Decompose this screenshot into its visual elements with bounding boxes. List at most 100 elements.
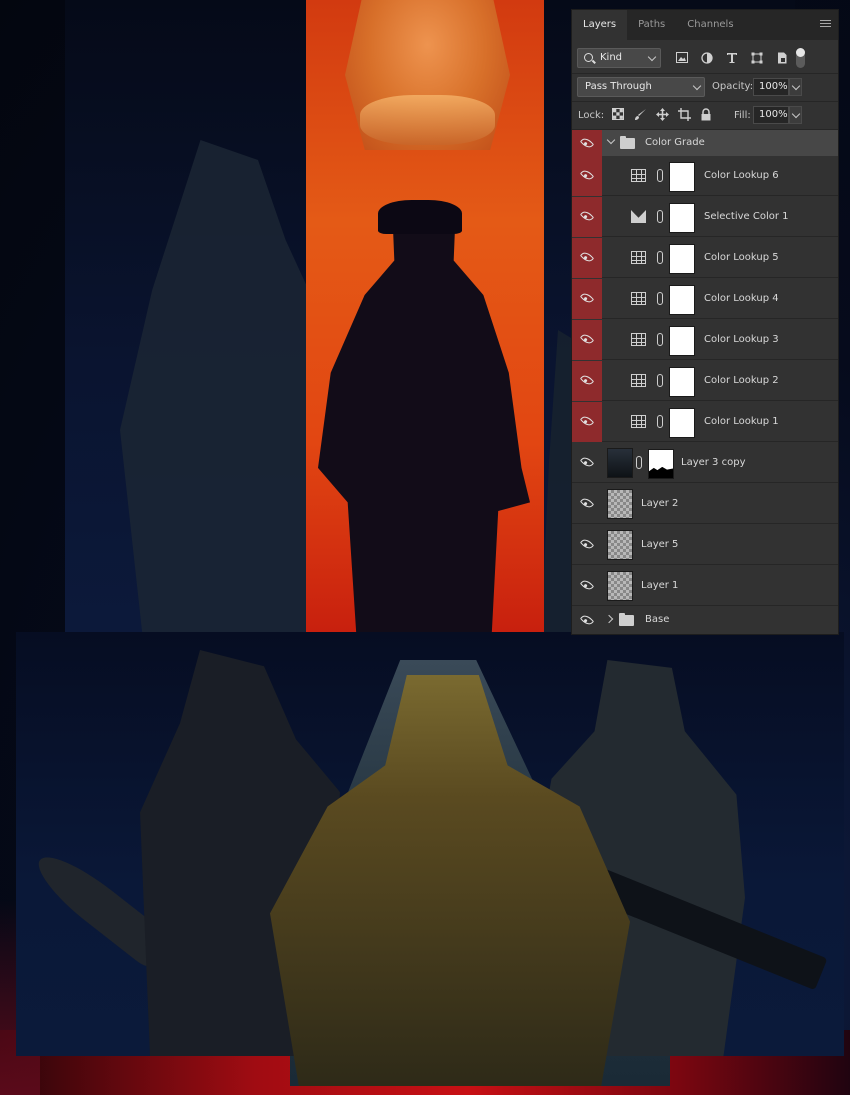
layer-name: Color Lookup 5 <box>704 252 779 263</box>
layer-color-lookup-6[interactable]: Color Lookup 6 <box>572 156 838 196</box>
tab-paths[interactable]: Paths <box>627 10 676 40</box>
layers-panel: Layers Paths Channels Kind Pass Through … <box>572 10 838 634</box>
layer-mask-thumbnail[interactable] <box>669 285 695 315</box>
chevron-right-icon[interactable] <box>604 614 614 624</box>
eye-icon <box>579 135 595 151</box>
lock-transparent-pixels-icon[interactable] <box>612 108 626 121</box>
layer-mask-thumbnail[interactable] <box>669 244 695 274</box>
visibility-toggle[interactable] <box>572 156 602 196</box>
lock-artboard-icon[interactable] <box>678 108 692 121</box>
layer-layer-1[interactable]: Layer 1 <box>572 566 838 606</box>
visibility-toggle[interactable] <box>572 566 602 606</box>
visibility-toggle[interactable] <box>572 525 602 565</box>
image-filter-icon[interactable] <box>676 52 688 63</box>
color-lookup-icon <box>631 292 646 305</box>
visibility-toggle[interactable] <box>572 238 602 278</box>
layer-thumbnail[interactable] <box>607 571 633 601</box>
opacity-dropdown-button[interactable] <box>789 78 802 96</box>
eye-icon <box>579 577 595 593</box>
goggles-figure <box>360 95 495 145</box>
eye-icon <box>579 454 595 470</box>
divider <box>572 73 838 74</box>
visibility-toggle[interactable] <box>572 197 602 237</box>
fill-input[interactable]: 100% <box>753 106 789 124</box>
filter-kind-select[interactable]: Kind <box>577 48 661 68</box>
smart-object-filter-icon[interactable] <box>776 52 788 64</box>
layer-name: Layer 3 copy <box>681 457 746 468</box>
color-lookup-icon <box>631 333 646 346</box>
visibility-toggle[interactable] <box>572 279 602 319</box>
visibility-toggle[interactable] <box>572 402 602 442</box>
type-filter-icon[interactable] <box>726 52 738 63</box>
link-icon[interactable] <box>657 251 663 264</box>
color-lookup-icon <box>631 415 646 428</box>
layer-group-color-grade[interactable]: Color Grade <box>572 130 838 156</box>
visibility-toggle[interactable] <box>572 484 602 524</box>
layer-selective-color-1[interactable]: Selective Color 1 <box>572 197 838 237</box>
filter-toggle-switch[interactable] <box>796 48 805 68</box>
layer-layer-2[interactable]: Layer 2 <box>572 484 838 524</box>
chevron-down-icon <box>791 81 801 91</box>
lock-icons <box>612 108 714 121</box>
layer-mask-thumbnail[interactable] <box>648 449 674 479</box>
lock-position-icon[interactable] <box>656 108 670 121</box>
lock-all-icon[interactable] <box>700 108 714 121</box>
visibility-toggle[interactable] <box>572 130 602 156</box>
eye-icon <box>579 167 595 183</box>
layer-name: Layer 2 <box>641 498 679 509</box>
layer-thumbnail[interactable] <box>607 489 633 519</box>
blend-mode-select[interactable]: Pass Through <box>577 77 705 97</box>
chevron-down-icon[interactable] <box>606 135 616 145</box>
opacity-label: Opacity: <box>712 81 754 92</box>
eye-icon <box>579 413 595 429</box>
link-icon[interactable] <box>657 333 663 346</box>
color-lookup-icon <box>631 169 646 182</box>
eye-icon <box>579 372 595 388</box>
layer-layer-5[interactable]: Layer 5 <box>572 525 838 565</box>
layer-color-lookup-3[interactable]: Color Lookup 3 <box>572 320 838 360</box>
layer-group-base[interactable]: Base <box>572 607 838 633</box>
layer-mask-thumbnail[interactable] <box>669 408 695 438</box>
adjustment-filter-icon[interactable] <box>701 52 713 64</box>
tab-channels[interactable]: Channels <box>676 10 744 40</box>
panel-menu-icon[interactable] <box>820 20 831 29</box>
visibility-toggle[interactable] <box>572 443 602 483</box>
eye-icon <box>579 208 595 224</box>
link-icon[interactable] <box>636 456 642 469</box>
visibility-toggle[interactable] <box>572 320 602 360</box>
link-icon[interactable] <box>657 374 663 387</box>
layer-mask-thumbnail[interactable] <box>669 326 695 356</box>
layer-mask-thumbnail[interactable] <box>669 162 695 192</box>
panel-tab-bar: Layers Paths Channels <box>572 10 838 40</box>
link-icon[interactable] <box>657 292 663 305</box>
search-icon <box>584 53 593 62</box>
shape-filter-icon[interactable] <box>751 52 763 64</box>
layer-color-lookup-1[interactable]: Color Lookup 1 <box>572 402 838 442</box>
color-lookup-icon <box>631 251 646 264</box>
layer-name: Color Lookup 3 <box>704 334 779 345</box>
eye-icon <box>579 495 595 511</box>
link-icon[interactable] <box>657 415 663 428</box>
layer-color-lookup-2[interactable]: Color Lookup 2 <box>572 361 838 401</box>
filter-kind-label: Kind <box>600 52 623 63</box>
visibility-toggle[interactable] <box>572 607 602 633</box>
layer-layer-3-copy[interactable]: Layer 3 copy <box>572 443 838 483</box>
layer-color-lookup-4[interactable]: Color Lookup 4 <box>572 279 838 319</box>
link-icon[interactable] <box>657 169 663 182</box>
lock-image-pixels-icon[interactable] <box>634 108 648 121</box>
visibility-toggle[interactable] <box>572 361 602 401</box>
opacity-input[interactable]: 100% <box>753 78 789 96</box>
color-lookup-icon <box>631 374 646 387</box>
divider <box>572 101 838 102</box>
fill-label: Fill: <box>734 110 751 121</box>
layer-color-lookup-5[interactable]: Color Lookup 5 <box>572 238 838 278</box>
fill-dropdown-button[interactable] <box>789 106 802 124</box>
layer-mask-thumbnail[interactable] <box>669 367 695 397</box>
link-icon[interactable] <box>657 210 663 223</box>
layer-name: Layer 1 <box>641 580 679 591</box>
layer-thumbnail[interactable] <box>607 530 633 560</box>
layer-mask-thumbnail[interactable] <box>669 203 695 233</box>
layer-name: Color Lookup 1 <box>704 416 779 427</box>
tab-layers[interactable]: Layers <box>572 10 628 40</box>
layer-thumbnail[interactable] <box>607 448 633 478</box>
